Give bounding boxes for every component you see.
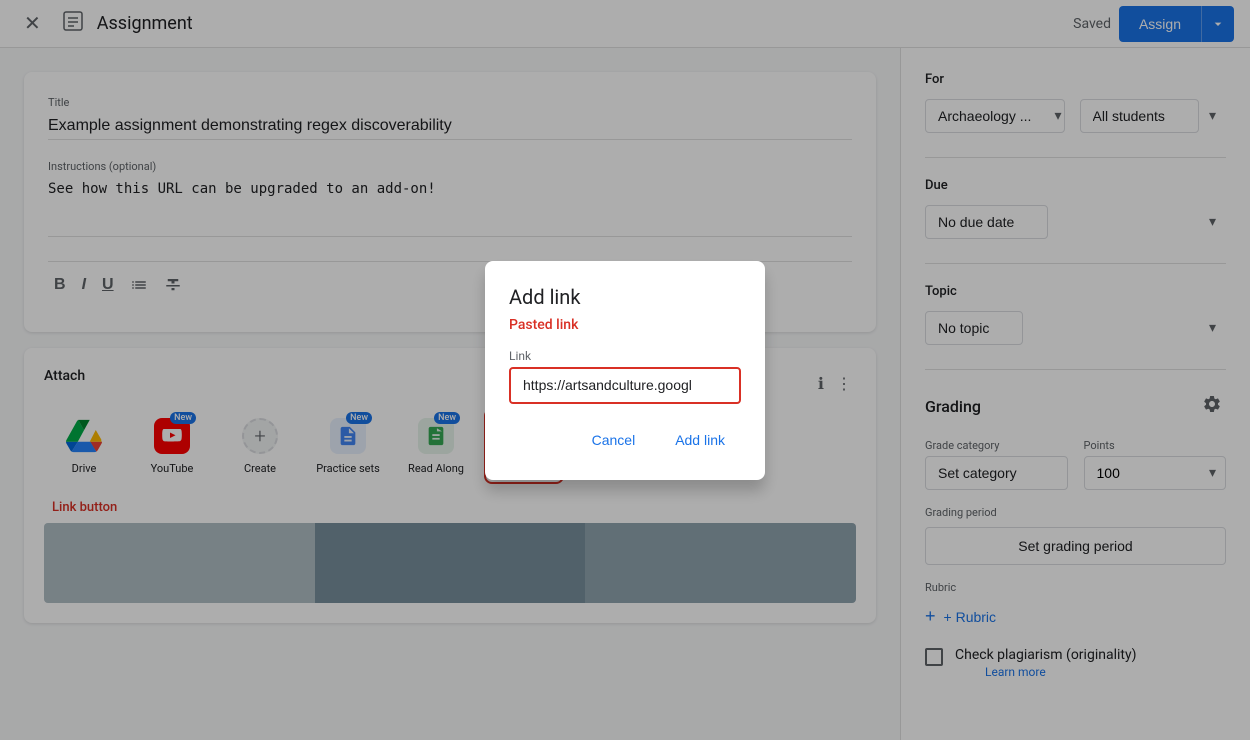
modal-field-label: Link <box>509 349 741 363</box>
modal-title: Add link <box>509 285 741 309</box>
modal-add-link-button[interactable]: Add link <box>659 424 741 456</box>
modal-cancel-button[interactable]: Cancel <box>576 424 652 456</box>
modal-overlay: Add link Pasted link Link Cancel Add lin… <box>0 0 1250 740</box>
add-link-modal: Add link Pasted link Link Cancel Add lin… <box>485 261 765 480</box>
modal-actions: Cancel Add link <box>509 424 741 456</box>
link-input[interactable] <box>523 377 727 393</box>
modal-input-wrapper <box>509 367 741 404</box>
modal-subtitle: Pasted link <box>509 317 741 333</box>
